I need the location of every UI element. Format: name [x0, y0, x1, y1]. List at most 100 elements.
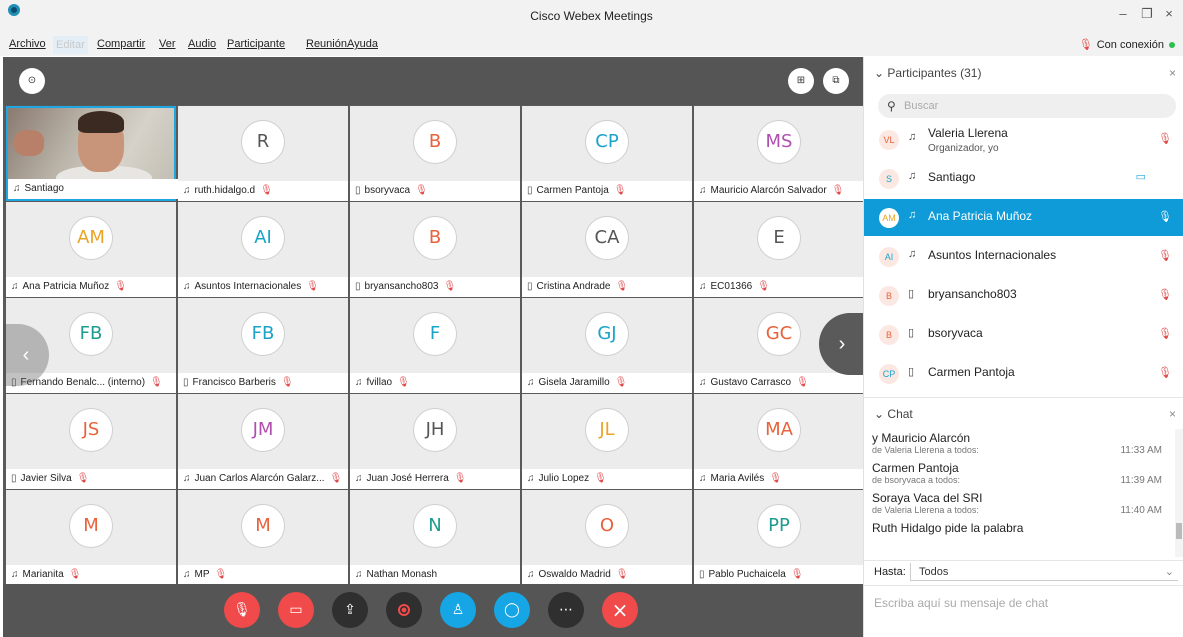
mute-button[interactable]: 🎙 — [224, 592, 260, 628]
chat-input[interactable]: Escriba aquí su mensaje de chat — [864, 585, 1183, 637]
participant-list-item[interactable]: B ▯ bryansancho803 🎙 — [864, 277, 1183, 314]
headset-icon: ♫ — [527, 569, 535, 580]
participant-tile[interactable]: R ♫ ruth.hidalgo.d 🎙 — [178, 106, 348, 201]
avatar: MA — [757, 408, 801, 452]
participant-tile[interactable]: N ♫ Nathan Monash — [350, 490, 520, 585]
participant-tile[interactable]: B ▯ bsoryvaca 🎙 — [350, 106, 520, 201]
participant-tile[interactable]: JL ♫ Julio Lopez 🎙 — [522, 394, 692, 489]
participant-tile[interactable]: PP ▯ Pablo Puchaicela 🎙 — [694, 490, 864, 585]
muted-mic-icon[interactable]: 🎙 — [1158, 210, 1172, 223]
participant-tile[interactable]: CP ▯ Carmen Pantoja 🎙 — [522, 106, 692, 201]
online-dot-icon — [1169, 42, 1175, 49]
avatar: JM — [241, 408, 285, 452]
close-chat-icon[interactable]: × — [1169, 398, 1176, 430]
chat-header[interactable]: ⌄ Chat × — [864, 397, 1183, 429]
participant-tile[interactable]: MA ♫ Maria Avilés 🎙 — [694, 394, 864, 489]
muted-mic-icon[interactable]: 🎙 — [1158, 327, 1172, 340]
participant-list-item[interactable]: AM ♫ Ana Patricia Muñoz 🎙 — [864, 199, 1183, 236]
participant-name-bar: ♫ Maria Avilés 🎙 — [694, 469, 864, 489]
participant-tile[interactable]: FB ▯ Francisco Barberis 🎙 — [178, 298, 348, 393]
chat-message-time: 11:39 AM — [1120, 475, 1162, 486]
participant-name: bryansancho803 — [364, 281, 439, 292]
participant-name-bar: ♫ Juan José Herrera 🎙 — [350, 469, 520, 489]
phone-icon: ▯ — [908, 288, 915, 300]
participants-header[interactable]: ⌄ Participantes (31) × — [864, 57, 1183, 89]
avatar: CP — [585, 120, 629, 164]
avatar: PP — [757, 504, 801, 548]
headset-icon: ♫ — [699, 281, 707, 292]
participant-name-bar: ▯ Francisco Barberis 🎙 — [178, 373, 348, 393]
muted-mic-icon: 🎙 — [280, 377, 294, 388]
participant-tile[interactable]: ♫ Santiago — [6, 106, 178, 201]
participant-name: Javier Silva — [20, 473, 72, 484]
recipient-select[interactable]: Todos ⌄ — [910, 563, 1178, 581]
info-icon[interactable]: ⊙ — [19, 68, 45, 94]
participant-search-input[interactable]: ⚲ Buscar — [878, 94, 1176, 118]
muted-mic-icon: 🎙 — [594, 473, 607, 484]
participant-tile[interactable]: M ♫ Marianita 🎙 — [6, 490, 176, 585]
muted-mic-icon: 🎙 — [329, 473, 343, 484]
menu-audio[interactable]: Audio — [188, 38, 216, 50]
chat-message: y Mauricio Alarcón de Valeria Llerena a t… — [872, 431, 1162, 456]
muted-mic-icon[interactable]: 🎙 — [1158, 132, 1172, 145]
participant-list-item[interactable]: VL ♫ Valeria Llerena Organizador, yo 🎙 — [864, 121, 1183, 158]
avatar: FB — [69, 312, 113, 356]
menu-ver[interactable]: Ver — [159, 38, 176, 50]
share-button[interactable]: ⇪ — [332, 592, 368, 628]
headset-icon: ♫ — [699, 185, 707, 196]
participant-tile[interactable]: E ♫ EC01366 🎙 — [694, 202, 864, 297]
scroll-thumb[interactable] — [1176, 523, 1182, 539]
muted-mic-icon: 🎙 — [443, 281, 457, 292]
menu-compartir[interactable]: Compartir — [97, 38, 145, 50]
menu-participante[interactable]: Participante — [227, 38, 285, 50]
minimize-button[interactable]: – — [1115, 6, 1131, 21]
muted-mic-icon[interactable]: 🎙 — [1158, 249, 1172, 262]
phone-icon: ▯ — [11, 473, 17, 484]
participant-tile[interactable]: JM ♫ Juan Carlos Alarcón Galarz... 🎙 — [178, 394, 348, 489]
popout-icon[interactable]: ⧉ — [823, 68, 849, 94]
participant-tile[interactable]: AI ♫ Asuntos Internacionales 🎙 — [178, 202, 348, 297]
participant-name-bar: ♫ Julio Lopez 🎙 — [522, 469, 692, 489]
participant-name-bar: ♫ Nathan Monash — [350, 565, 520, 585]
participant-tile[interactable]: F ♫ fvillao 🎙 — [350, 298, 520, 393]
participant-tile[interactable]: B ▯ bryansancho803 🎙 — [350, 202, 520, 297]
muted-mic-icon: 🎙 — [453, 473, 467, 484]
participant-tile[interactable]: M ♫ MP 🎙 — [178, 490, 348, 585]
participant-list-item[interactable]: B ▯ bsoryvaca 🎙 — [864, 316, 1183, 353]
chat-scrollbar[interactable] — [1175, 429, 1183, 557]
menu-editar[interactable]: Editar — [53, 36, 88, 54]
menu-archivo[interactable]: Archivo — [9, 38, 46, 50]
muted-mic-icon[interactable]: 🎙 — [1158, 366, 1172, 379]
avatar: AI — [879, 247, 899, 267]
participant-list-item[interactable]: CP ▯ Carmen Pantoja 🎙 — [864, 355, 1183, 392]
participant-tile[interactable]: JH ♫ Juan José Herrera 🎙 — [350, 394, 520, 489]
chevron-down-icon: ⌄ — [1164, 566, 1174, 578]
menu-ayuda[interactable]: Ayuda — [347, 38, 378, 50]
close-participants-icon[interactable]: × — [1169, 57, 1176, 89]
muted-mic-icon: 🎙 — [260, 185, 273, 196]
participants-button[interactable]: ♙ — [440, 592, 476, 628]
avatar: B — [879, 325, 899, 345]
end-meeting-button[interactable]: × — [602, 592, 638, 628]
phone-icon: ▯ — [527, 281, 533, 292]
participant-tile[interactable]: GJ ♫ Gisela Jaramillo 🎙 — [522, 298, 692, 393]
stop-video-button[interactable]: ▭ — [278, 592, 314, 628]
muted-mic-icon[interactable]: 🎙 — [1158, 288, 1172, 301]
record-button[interactable] — [386, 592, 422, 628]
participant-name: Fernando Benalc... (interno) — [20, 377, 146, 388]
menu-reunion[interactable]: Reunión — [306, 38, 347, 50]
close-button[interactable]: × — [1161, 6, 1177, 21]
participant-tile[interactable]: AM ♫ Ana Patricia Muñoz 🎙 — [6, 202, 176, 297]
participant-list-item[interactable]: AI ♫ Asuntos Internacionales 🎙 — [864, 238, 1183, 275]
participant-list-item[interactable]: S ♫ Santiago ▭ — [864, 160, 1183, 197]
participant-tile[interactable]: CA ▯ Cristina Andrade 🎙 — [522, 202, 692, 297]
participant-name-bar: ♫ Gisela Jaramillo 🎙 — [522, 373, 692, 393]
grid-view-icon[interactable]: ⊞ — [788, 68, 814, 94]
chat-button[interactable]: ◯ — [494, 592, 530, 628]
participant-name: Santiago — [24, 183, 64, 194]
restore-button[interactable]: ❐ — [1139, 6, 1155, 22]
participant-tile[interactable]: O ♫ Oswaldo Madrid 🎙 — [522, 490, 692, 585]
participant-tile[interactable]: MS ♫ Mauricio Alarcón Salvador 🎙 — [694, 106, 864, 201]
more-options-button[interactable]: ⋯ — [548, 592, 584, 628]
participant-tile[interactable]: JS ▯ Javier Silva 🎙 — [6, 394, 176, 489]
